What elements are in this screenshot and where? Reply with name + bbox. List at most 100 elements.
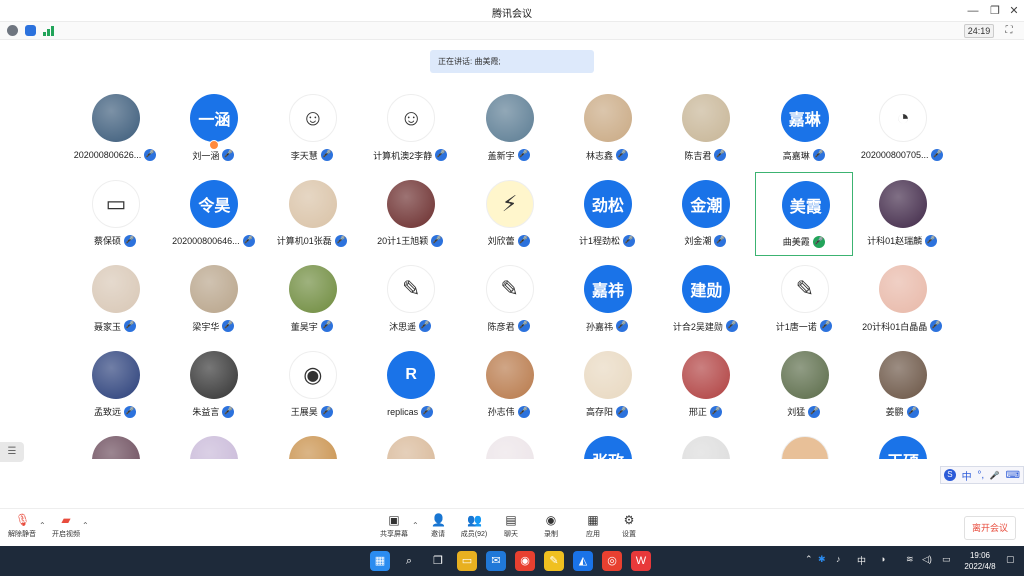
app-icon[interactable]: ◎ <box>602 551 622 571</box>
chat-button[interactable]: ▤ 聊天 <box>491 513 531 545</box>
list-toggle-icon[interactable]: ☰ <box>0 442 24 462</box>
close-button[interactable]: ✕ <box>1003 2 1024 20</box>
participant-tile[interactable]: 20计1王旭颖 🎤 <box>361 172 459 256</box>
info-icon[interactable] <box>7 25 18 36</box>
wifi-icon[interactable]: ≋ <box>906 554 914 565</box>
participant-tile[interactable]: 嘉琳 高嘉琳 🎤 <box>755 86 853 170</box>
participant-tile[interactable]: ◔ 202000800705... 🎤 <box>853 86 951 170</box>
participant-avatar: ✎ <box>485 265 534 313</box>
ime-voice-icon[interactable]: 🎤 <box>990 471 1000 480</box>
bluetooth-icon[interactable]: ✱ <box>818 554 826 565</box>
folder-icon[interactable]: ▭ <box>457 551 477 571</box>
members-button[interactable]: 👥 成员(92) <box>454 513 494 545</box>
mail-icon[interactable]: ✉ <box>486 551 506 571</box>
participant-tile[interactable]: 美霞 曲美霞 🎤 <box>754 171 853 256</box>
participant-tile[interactable]: 聂家玉 🎤 <box>66 257 164 341</box>
chrome-icon[interactable]: ◉ <box>515 551 535 571</box>
participant-tile[interactable]: ▭ 蔡保硕 🎤 <box>66 172 164 256</box>
participant-tile[interactable] <box>66 428 164 459</box>
task-view-icon[interactable]: ❐ <box>428 551 448 571</box>
tray-mic-icon[interactable]: ♪ <box>836 554 841 564</box>
participant-tile[interactable]: 劲松 计1程劲松 🎤 <box>558 172 656 256</box>
participant-avatar <box>92 350 140 399</box>
shield-icon[interactable] <box>25 25 36 36</box>
participant-tile[interactable]: ✎ 沐思遥 🎤 <box>361 257 459 341</box>
share-screen-button[interactable]: ▣ 共享屏幕 <box>374 513 414 545</box>
participant-tile[interactable]: 朱益言 🎤 <box>164 343 262 427</box>
audio-options-chevron-icon[interactable]: ⌃ <box>39 521 46 530</box>
participant-tile[interactable]: 计算机01张磊 🎤 <box>263 172 361 256</box>
video-options-chevron-icon[interactable]: ⌃ <box>82 521 89 530</box>
ime-logo-icon[interactable]: S <box>943 469 956 481</box>
participant-tile[interactable]: 嘉祎 孙嘉祎 🎤 <box>558 257 656 341</box>
meeting-icon[interactable]: ◭ <box>573 551 593 571</box>
participant-tile[interactable]: Rreplicas 🎤 <box>361 343 459 427</box>
system-clock[interactable]: 19:06 2022/4/8 <box>960 550 1000 572</box>
participant-tile[interactable] <box>361 428 459 459</box>
participant-tile[interactable]: 孙志伟 🎤 <box>460 343 558 427</box>
ime-lang-item[interactable]: 中 <box>962 468 972 483</box>
tray-language[interactable]: 中 <box>857 554 866 567</box>
apps-label: 应用 <box>586 531 600 538</box>
meeting-info-bar: 24:19 ⛶ <box>0 22 1024 40</box>
participant-tile[interactable]: 张政 <box>558 428 656 459</box>
participant-tile[interactable]: 盖新宇 🎤 <box>460 86 558 170</box>
start-icon[interactable]: ▦ <box>370 551 390 571</box>
mic-status-icon: 🎤 <box>517 149 530 161</box>
participant-tile[interactable]: ☺ 李天慧 🎤 <box>263 86 361 170</box>
unmute-button[interactable]: 🎙 解除静音 <box>2 513 42 545</box>
participant-tile[interactable]: 邢正 🎤 <box>656 343 754 427</box>
participant-tile[interactable] <box>263 428 361 459</box>
participant-tile[interactable]: ☺ 计算机澳2李静 🎤 <box>361 86 459 170</box>
participant-tile[interactable]: 20计科01白晶晶 🎤 <box>853 257 951 341</box>
apps-button[interactable]: ▦ 应用 <box>573 513 613 545</box>
record-button[interactable]: ◉ 录制 <box>531 513 571 545</box>
tray-app-icon[interactable]: ◑ <box>880 554 885 564</box>
participant-tile[interactable]: 金潮 刘金潮 🎤 <box>656 172 754 256</box>
ime-toolbar[interactable]: S 中 °, 🎤 ⌨ <box>940 466 1024 484</box>
participant-tile[interactable]: ✎ 计1唐一诺 🎤 <box>755 257 853 341</box>
ime-punct-item[interactable]: °, <box>977 470 984 481</box>
volume-icon[interactable]: ◁) <box>922 554 932 565</box>
search-icon[interactable]: ⌕ <box>399 551 419 571</box>
clock-time: 19:06 <box>969 551 991 560</box>
wps-icon[interactable]: W <box>631 551 651 571</box>
participant-tile[interactable] <box>755 428 853 459</box>
participant-tile[interactable] <box>460 428 558 459</box>
participant-tile[interactable] <box>656 428 754 459</box>
signal-icon[interactable] <box>43 25 55 36</box>
leave-meeting-button[interactable]: 离开会议 <box>964 516 1016 540</box>
participant-tile[interactable]: 高存阳 🎤 <box>558 343 656 427</box>
participant-tile[interactable]: 令昊 202000800646... 🎤 <box>164 172 262 256</box>
participant-tile[interactable]: 孟致远 🎤 <box>66 343 164 427</box>
participant-tile[interactable]: 董昊宇 🎤 <box>263 257 361 341</box>
participant-tile[interactable]: ⚡ 刘欣蕾 🎤 <box>460 172 558 256</box>
minimize-button[interactable]: — <box>962 2 984 20</box>
participant-tile[interactable]: 姜鹏 🎤 <box>853 343 951 427</box>
participant-tile[interactable]: 2020008006​26... 🎤 <box>66 86 164 170</box>
ime-keyboard-icon[interactable]: ⌨ <box>1006 470 1020 481</box>
participant-tile[interactable]: 林志鑫 🎤 <box>558 86 656 170</box>
participant-avatar: R <box>387 350 436 399</box>
settings-button[interactable]: ⚙ 设置 <box>609 513 649 545</box>
participant-tile[interactable]: 梁宇华 🎤 <box>164 257 262 341</box>
participant-avatar: 张政 <box>584 436 632 459</box>
participant-tile[interactable]: 建勋 计合2吴建勋 🎤 <box>656 257 754 341</box>
participant-tile[interactable]: 陈吉君 🎤 <box>656 86 754 170</box>
start-video-button[interactable]: ▰ 开启视频 <box>46 513 86 545</box>
participant-name: 朱益言 <box>192 407 220 417</box>
tray-chevron-icon[interactable]: ⌃ <box>805 554 813 565</box>
fullscreen-icon[interactable]: ⛶ <box>1002 24 1016 38</box>
notes-icon[interactable]: ✎ <box>544 551 564 571</box>
participant-tile[interactable] <box>164 428 262 459</box>
participant-tile[interactable]: 刘猛 🎤 <box>755 343 853 427</box>
participant-tile[interactable]: ✎ 陈彦君 🎤 <box>460 257 558 341</box>
participant-avatar: 王硕 <box>879 436 928 459</box>
participant-tile[interactable]: 计科01赵瑞麟 🎤 <box>853 172 951 256</box>
notification-icon[interactable]: ▢ <box>1006 554 1015 565</box>
participant-tile[interactable]: 一涵 刘一涵 🎤 <box>164 86 262 170</box>
participant-tile[interactable]: 王硕 <box>853 428 951 459</box>
participant-tile[interactable]: ◉ 王展昊 🎤 <box>263 343 361 427</box>
invite-button[interactable]: 👤 邀请 <box>418 513 458 545</box>
battery-icon[interactable]: ▭ <box>942 554 951 565</box>
